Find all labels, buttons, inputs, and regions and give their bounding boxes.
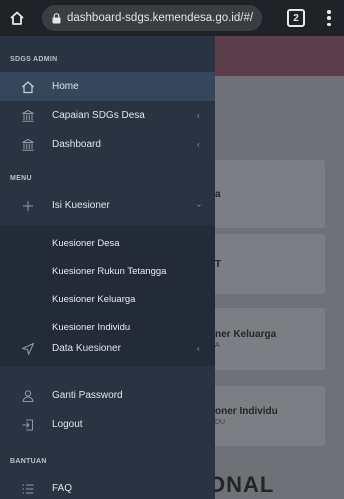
chevron-left-icon: ‹ [197,111,200,120]
background-card-individu: oner Individu DU [205,386,325,446]
url-text: dashboard-sdgs.kemendesa.go.id/#/ [67,12,254,24]
dot-icon [327,10,331,14]
background-card-sub: DU [215,419,226,426]
sidebar-item-label: Home [52,81,79,92]
chevron-down-icon: ‹ [193,204,203,207]
user-icon [20,388,36,404]
background-card-sub: A [215,342,220,349]
screen: dashboard-sdgs.kemendesa.go.id/#/ 2 a T … [0,0,344,499]
sidebar-item-home[interactable]: Home [0,72,215,101]
submenu-item-label: Kuesioner Rukun Tetangga [52,265,167,277]
submenu-item-kuesioner-rt[interactable]: Kuesioner Rukun Tetangga [0,257,215,285]
section-label-admin: SDGS ADMIN [10,56,58,63]
sidebar-item-logout[interactable]: Logout [0,410,215,439]
sidebar-item-label: Isi Kuesioner [52,200,110,211]
lock-icon [52,12,61,24]
sidebar-item-label: Capaian SDGs Desa [52,110,145,121]
logout-icon [20,417,36,433]
background-heading: ONAL [208,472,275,497]
sidebar-item-faq[interactable]: FAQ [0,474,215,499]
home-icon [20,79,36,95]
sidebar-item-label: FAQ [52,483,73,494]
background-header [215,36,344,76]
plus-icon [20,198,36,214]
chevron-left-icon: ‹ [197,344,200,353]
background-card-title: oner Individu [215,406,278,417]
browser-home-button[interactable] [0,0,34,36]
background-card-title: T [215,258,222,270]
background-card: a [205,160,325,228]
section-label-menu: MENU [10,175,32,182]
navigation-drawer: SDGS ADMIN Home Capaian SDGs Desa ‹ Dash… [0,36,215,499]
browser-menu-button[interactable] [322,8,336,28]
sidebar-item-data-kuesioner[interactable]: Data Kuesioner ‹ [0,334,215,363]
send-icon [20,341,36,357]
address-bar[interactable]: dashboard-sdgs.kemendesa.go.id/#/ [42,5,262,31]
sidebar-item-capaian[interactable]: Capaian SDGs Desa ‹ [0,101,215,130]
submenu-item-kuesioner-keluarga[interactable]: Kuesioner Keluarga [0,285,215,313]
sidebar-item-ganti-password[interactable]: Ganti Password [0,381,215,410]
background-card-title: ner Keluarga [215,329,277,340]
list-icon [20,481,36,497]
section-label-bantuan: BANTUAN [10,458,47,465]
browser-toolbar: dashboard-sdgs.kemendesa.go.id/#/ 2 [0,0,344,36]
background-card: T [205,234,325,294]
submenu-item-label: Kuesioner Desa [52,237,120,249]
submenu-item-label: Kuesioner Individu [52,321,131,333]
tab-switcher-button[interactable]: 2 [287,9,305,27]
bank-icon [20,137,36,153]
sidebar-item-label: Dashboard [52,139,101,150]
background-card-keluarga: ner Keluarga A [205,308,325,370]
dot-icon [327,22,331,26]
sidebar-item-dashboard[interactable]: Dashboard ‹ [0,130,215,159]
bank-icon [20,108,36,124]
chevron-left-icon: ‹ [197,140,200,149]
background-card-title: a [215,188,221,200]
home-icon [10,11,24,25]
sidebar-item-isi-kuesioner[interactable]: Isi Kuesioner ‹ [0,191,215,220]
submenu-item-kuesioner-desa[interactable]: Kuesioner Desa [0,229,215,257]
sidebar-item-label: Ganti Password [52,390,123,401]
submenu-item-label: Kuesioner Keluarga [52,293,136,305]
sidebar-item-label: Logout [52,419,83,430]
sidebar-item-label: Data Kuesioner [52,343,121,354]
dot-icon [327,16,331,20]
